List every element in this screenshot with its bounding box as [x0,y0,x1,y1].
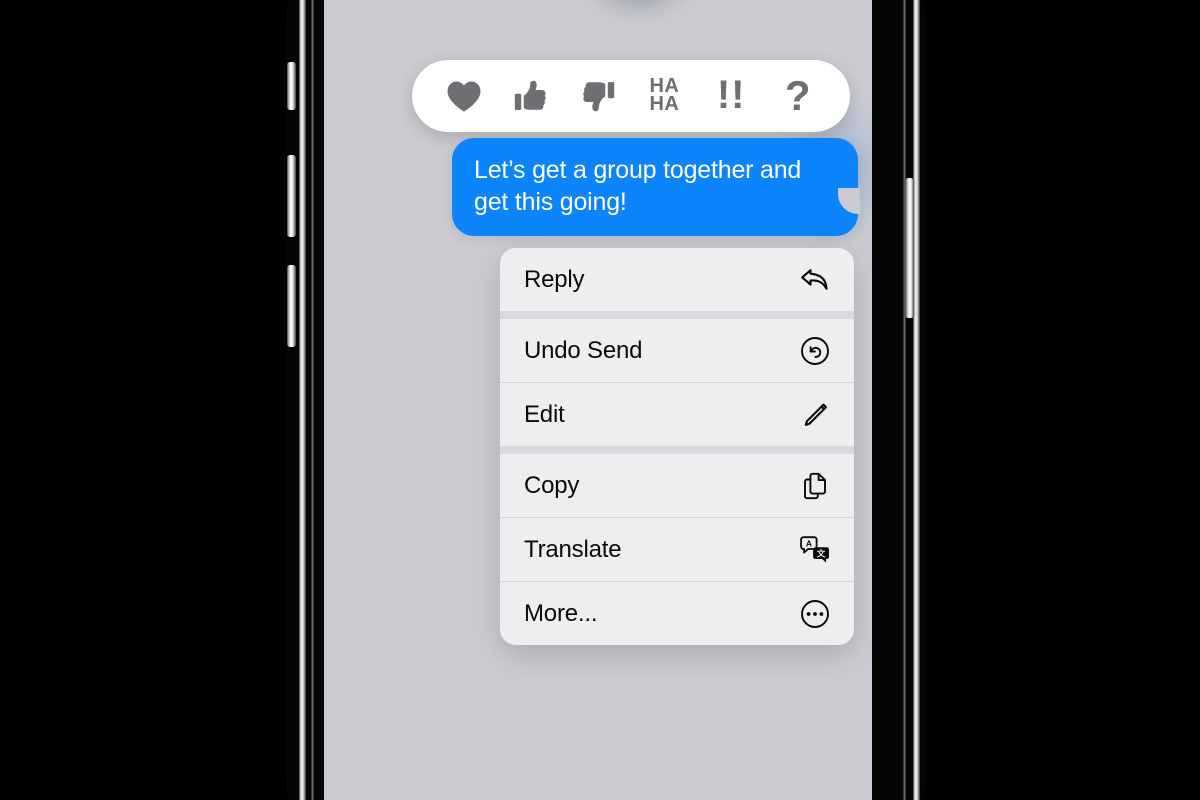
haha-icon[interactable]: HA HA [638,70,690,122]
copy-documents-icon [798,469,832,503]
mute-switch-button[interactable] [287,62,296,110]
blurred-background-content [579,0,699,10]
message-bubble[interactable]: Let’s get a group together and get this … [452,138,858,236]
volume-up-button[interactable] [287,155,296,237]
context-menu-item-edit[interactable]: Edit [500,383,854,446]
context-menu-group-separator [500,311,854,319]
tapback-reaction-bar[interactable]: HA HA !! ? [412,60,850,132]
phone-right-inner-rail [903,0,906,800]
message-context-menu[interactable]: Reply Undo Send Edit Copy Translate A 文 … [500,248,854,645]
more-label: More... [524,599,598,627]
svg-text:A: A [806,538,812,548]
thumbs-up-icon[interactable] [505,70,557,122]
message-text: Let’s get a group together and get this … [474,156,802,216]
context-menu-item-reply[interactable]: Reply [500,248,854,311]
exclamation-icon[interactable]: !! [705,70,757,122]
volume-down-button[interactable] [287,265,296,347]
translate-bubbles-icon: A 文 [798,533,832,567]
context-menu-item-more[interactable]: More... [500,582,854,645]
ellipsis-circle-icon [798,597,832,631]
question-glyph: ? [784,71,812,119]
context-menu-group-separator-2 [500,446,854,454]
haha-line-2: HA [649,93,680,115]
pencil-icon [798,398,832,432]
copy-label: Copy [524,471,580,499]
svg-text:文: 文 [816,547,826,558]
side-power-button[interactable] [905,178,914,318]
phone-left-rail [299,0,306,800]
heart-icon[interactable] [438,70,490,122]
edit-label: Edit [524,400,565,428]
translate-label: Translate [524,535,622,563]
undo-send-label: Undo Send [524,336,643,364]
phone-right-rail [913,0,920,800]
exclamation-glyph: !! [716,73,746,118]
phone-left-inner-rail [311,0,314,800]
screenshot-stage: HA HA !! ? Let’s get a group together an… [0,0,1200,800]
thumbs-down-icon[interactable] [572,70,624,122]
undo-circle-icon [798,334,832,368]
question-mark-icon[interactable]: ? [772,70,824,122]
context-menu-item-undo-send[interactable]: Undo Send [500,319,854,382]
context-menu-item-translate[interactable]: Translate A 文 [500,518,854,581]
reply-label: Reply [524,265,585,293]
context-menu-item-copy[interactable]: Copy [500,454,854,517]
reply-arrow-icon [798,263,832,297]
phone-screen: HA HA !! ? Let’s get a group together an… [324,0,872,800]
message-bubble-tail [834,188,864,218]
